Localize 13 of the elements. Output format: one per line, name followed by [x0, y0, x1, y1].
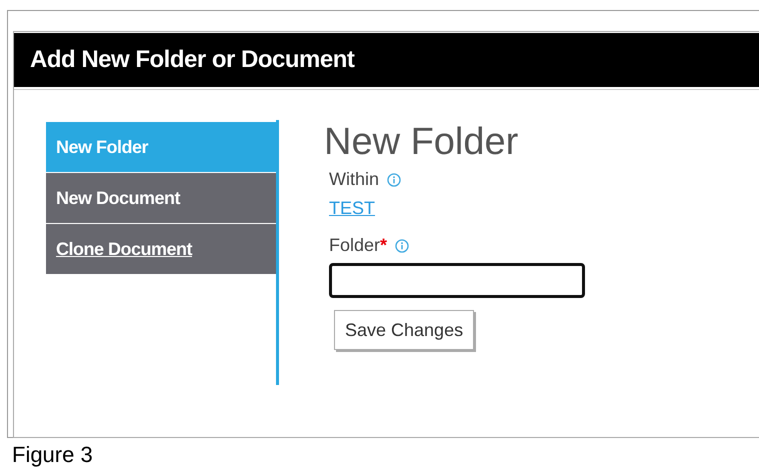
dialog-title: Add New Folder or Document — [14, 33, 759, 87]
save-button[interactable]: Save Changes — [334, 310, 474, 350]
folder-label: Folder — [329, 234, 380, 257]
within-link[interactable]: TEST — [329, 195, 376, 222]
form-heading: New Folder — [324, 120, 518, 164]
info-icon — [387, 172, 402, 186]
menu-item[interactable]: New Document — [46, 173, 276, 223]
within-label: Within — [329, 168, 380, 191]
figure-caption: Figure 3 — [12, 441, 94, 469]
folder-input-field[interactable] — [329, 263, 585, 298]
info-icon — [395, 238, 410, 252]
required-mark: * — [380, 234, 388, 257]
menu-item[interactable]: Clone Document — [46, 224, 276, 274]
